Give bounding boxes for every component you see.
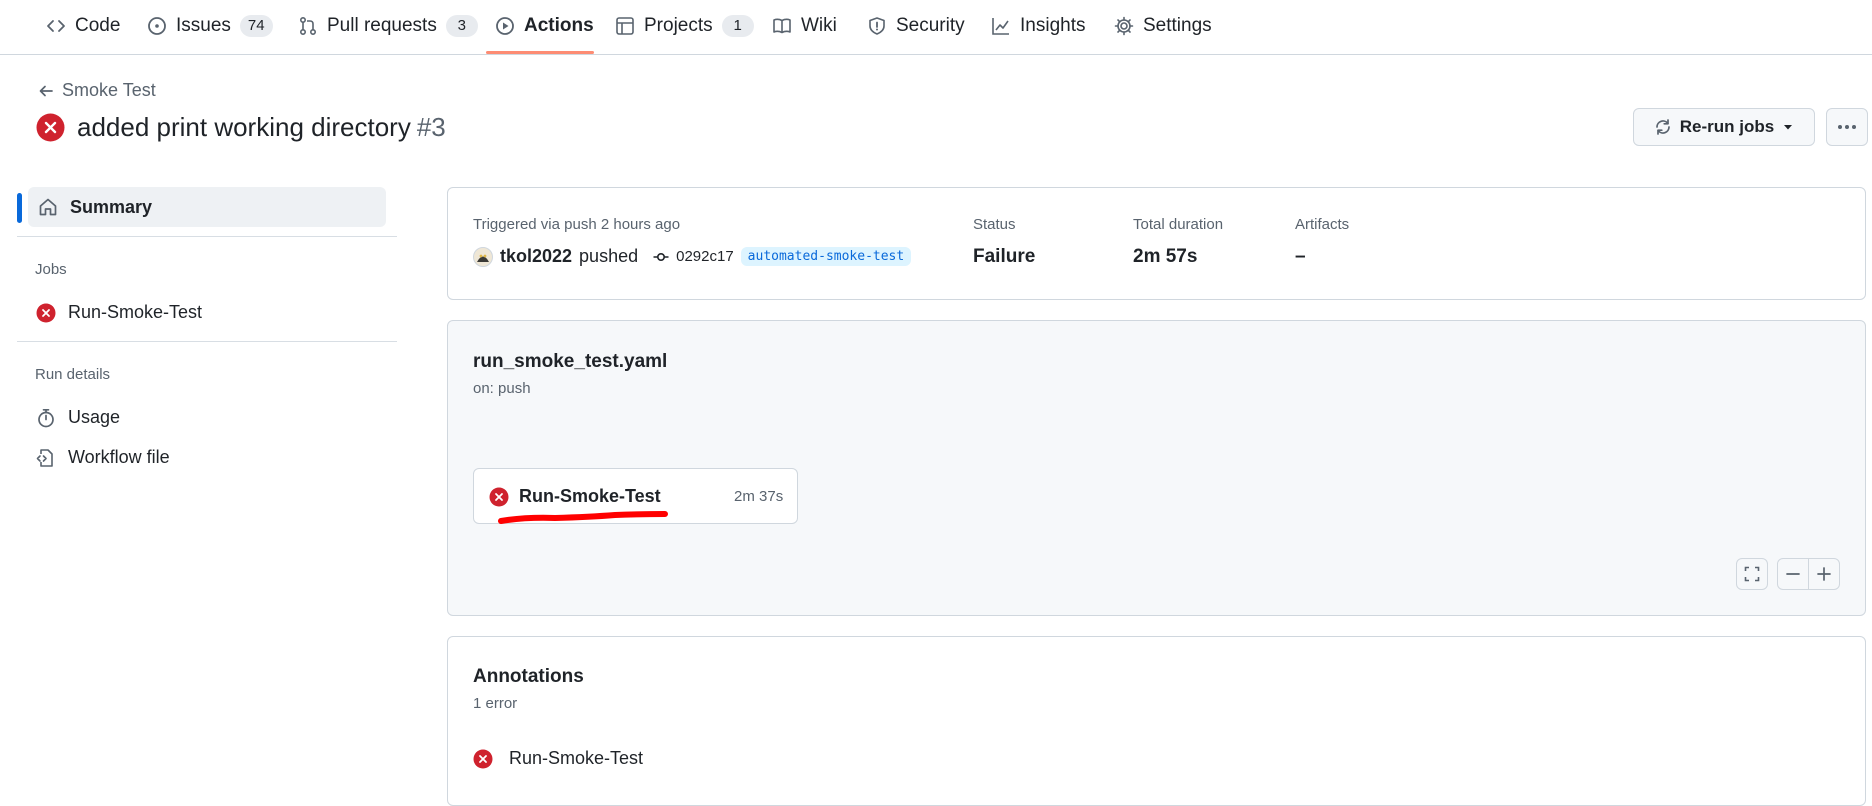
run-summary-card (447, 187, 1866, 300)
active-tab-underline (486, 51, 594, 54)
sidebar-item-label: Summary (70, 196, 153, 217)
job-node-duration: 2m 37s (734, 488, 784, 505)
issues-counter: 74 (239, 15, 273, 37)
tab-settings[interactable]: Settings (1114, 0, 1212, 52)
arrow-left-icon (38, 83, 54, 99)
tab-pull-requests[interactable]: Pull requests 3 (298, 0, 478, 52)
pull-request-icon (298, 16, 318, 36)
branch-badge[interactable]: automated-smoke-test (740, 247, 912, 266)
stopwatch-icon (36, 408, 56, 428)
trigger-info: Triggered via push 2 hours ago (473, 216, 681, 233)
book-icon (772, 16, 792, 36)
sidebar-item-workflow-file[interactable]: Workflow file (36, 447, 170, 468)
annotation-item[interactable]: Run-Smoke-Test (473, 748, 643, 769)
file-code-icon (36, 448, 56, 468)
sync-icon (1654, 118, 1672, 136)
plus-icon (1816, 566, 1832, 582)
screen-full-icon (1744, 566, 1760, 582)
tab-label: Wiki (801, 15, 837, 36)
push-info: tkol2022 pushed 0292c17 automated-smoke-… (473, 246, 912, 267)
more-options-button[interactable] (1826, 108, 1868, 146)
tab-label: Pull requests (327, 15, 437, 36)
zoom-out-button[interactable] (1777, 558, 1809, 590)
fullscreen-button[interactable] (1736, 558, 1768, 590)
duration-label: Total duration (1133, 216, 1224, 233)
x-circle-fill-icon (489, 487, 509, 507)
rerun-jobs-label: Re-run jobs (1679, 117, 1775, 136)
x-circle-fill-icon (36, 303, 56, 323)
graph-icon (991, 16, 1011, 36)
shield-icon (867, 16, 887, 36)
tab-label: Insights (1020, 15, 1086, 36)
tab-issues[interactable]: Issues 74 (147, 0, 273, 52)
run-title: added print working directory (77, 112, 411, 142)
annotations-card (447, 636, 1866, 806)
sidebar-item-job[interactable]: Run-Smoke-Test (36, 302, 202, 323)
code-icon (46, 16, 66, 36)
tab-label: Projects (644, 15, 713, 36)
gear-icon (1114, 16, 1134, 36)
play-icon (495, 16, 515, 36)
artifacts-label: Artifacts (1295, 216, 1350, 233)
annotations-count: 1 error (473, 695, 518, 712)
rerun-jobs-button[interactable]: Re-run jobs (1633, 108, 1815, 146)
sidebar-item-label: Run-Smoke-Test (68, 302, 203, 322)
tab-label: Security (896, 15, 965, 36)
back-link-label: Smoke Test (62, 80, 156, 100)
dash-icon (1785, 566, 1801, 582)
tab-wiki[interactable]: Wiki (772, 0, 837, 52)
workflow-file-name: run_smoke_test.yaml (473, 351, 668, 372)
sidebar-item-usage[interactable]: Usage (36, 407, 120, 428)
workflow-trigger: on: push (473, 380, 531, 397)
commit-sha-link[interactable]: 0292c17 (676, 248, 734, 265)
tab-label: Code (75, 15, 121, 36)
sidebar-heading-jobs: Jobs (35, 261, 67, 278)
sidebar-divider (17, 236, 397, 237)
sidebar-item-label: Usage (68, 407, 121, 427)
issue-icon (147, 16, 167, 36)
projects-counter: 1 (721, 15, 754, 37)
tab-code[interactable]: Code (46, 0, 120, 52)
tab-label: Settings (1143, 15, 1212, 36)
status-label: Status (973, 216, 1016, 233)
repo-nav: Code Issues 74 Pull requests 3 Actions P… (0, 0, 1872, 55)
triangle-down-icon (1782, 121, 1794, 133)
git-commit-icon (653, 249, 669, 265)
annotations-title: Annotations (473, 666, 584, 687)
kebab-horizontal-icon (1837, 124, 1857, 130)
x-circle-fill-icon (473, 749, 493, 769)
job-node-name[interactable]: Run-Smoke-Test (519, 486, 661, 507)
status-value: Failure (973, 246, 1036, 267)
back-to-workflow-link[interactable]: Smoke Test (38, 80, 156, 101)
home-icon (38, 197, 58, 217)
sidebar-active-indicator (17, 193, 22, 223)
x-circle-fill-icon (36, 113, 65, 142)
sidebar-heading-run-details: Run details (35, 366, 111, 383)
page-title: added print working directory #3 (36, 112, 446, 143)
pull-requests-counter: 3 (445, 15, 478, 37)
tab-insights[interactable]: Insights (991, 0, 1085, 52)
artifacts-value: – (1295, 246, 1306, 267)
tab-actions[interactable]: Actions (495, 0, 594, 52)
sidebar-divider (17, 341, 397, 342)
table-icon (615, 16, 635, 36)
tab-security[interactable]: Security (867, 0, 965, 52)
tab-label: Actions (524, 15, 594, 36)
zoom-in-button[interactable] (1808, 558, 1840, 590)
run-number: #3 (416, 112, 446, 142)
red-underline-annotation (498, 511, 668, 524)
sidebar-item-summary[interactable]: Summary (28, 187, 386, 227)
tab-label: Issues (176, 15, 231, 36)
sidebar-item-label: Workflow file (68, 447, 170, 467)
avatar[interactable] (473, 246, 493, 267)
push-action-text: pushed (579, 246, 639, 266)
duration-value: 2m 57s (1133, 246, 1198, 267)
tab-projects[interactable]: Projects 1 (615, 0, 754, 52)
actor-link[interactable]: tkol2022 (500, 246, 572, 267)
annotation-title[interactable]: Run-Smoke-Test (509, 748, 643, 769)
